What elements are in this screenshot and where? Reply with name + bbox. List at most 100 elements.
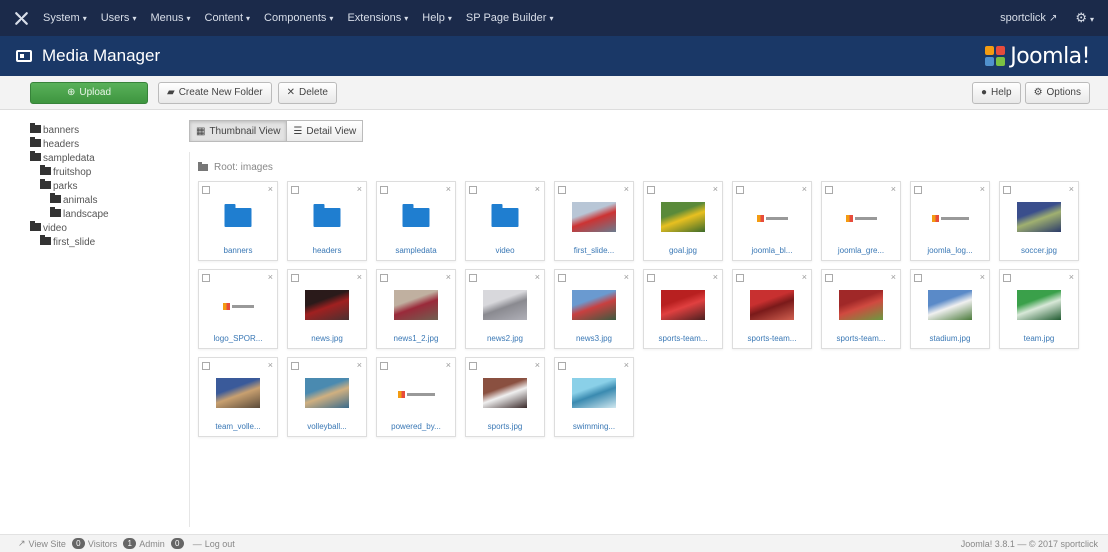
detail-view-button[interactable]: ☰ Detail View <box>286 120 364 142</box>
delete-button[interactable]: ✕ Delete <box>277 81 337 104</box>
select-checkbox[interactable] <box>825 186 833 194</box>
select-checkbox[interactable] <box>1003 274 1011 282</box>
select-checkbox[interactable] <box>469 362 477 370</box>
image-card[interactable]: × sports-team... <box>732 269 812 349</box>
select-checkbox[interactable] <box>202 362 210 370</box>
admin-status[interactable]: 1 Admin <box>123 538 165 549</box>
select-checkbox[interactable] <box>202 186 210 194</box>
image-card[interactable]: × soccer.jpg <box>999 181 1079 261</box>
delete-icon[interactable]: × <box>802 184 807 194</box>
select-checkbox[interactable] <box>291 186 299 194</box>
delete-icon[interactable]: × <box>535 184 540 194</box>
image-card[interactable]: × sports-team... <box>821 269 901 349</box>
tree-item-headers[interactable]: headers <box>30 136 180 150</box>
item-caption[interactable]: joomla_log... <box>911 246 989 255</box>
delete-icon[interactable]: × <box>624 272 629 282</box>
delete-icon[interactable]: × <box>357 184 362 194</box>
folder-card[interactable]: × headers <box>287 181 367 261</box>
create-folder-button[interactable]: ▰ Create New Folder <box>158 81 272 104</box>
upload-button[interactable]: ⊕ Upload <box>30 81 148 104</box>
delete-icon[interactable]: × <box>713 272 718 282</box>
item-caption[interactable]: news3.jpg <box>555 334 633 343</box>
tree-item-sampledata[interactable]: sampledata <box>30 150 180 164</box>
item-caption[interactable]: news.jpg <box>288 334 366 343</box>
delete-icon[interactable]: × <box>980 272 985 282</box>
image-card[interactable]: × swimming... <box>554 357 634 437</box>
item-caption[interactable]: news2.jpg <box>466 334 544 343</box>
image-card[interactable]: × goal.jpg <box>643 181 723 261</box>
select-checkbox[interactable] <box>558 274 566 282</box>
menu-menus[interactable]: Menus ▾ <box>143 12 197 24</box>
image-card[interactable]: × joomla_bl... <box>732 181 812 261</box>
select-checkbox[interactable] <box>380 274 388 282</box>
delete-icon[interactable]: × <box>268 360 273 370</box>
tree-item-animals[interactable]: animals <box>30 192 180 206</box>
visitors-status[interactable]: 0 Visitors <box>71 538 117 549</box>
item-caption[interactable]: soccer.jpg <box>1000 246 1078 255</box>
item-caption[interactable]: swimming... <box>555 422 633 431</box>
select-checkbox[interactable] <box>825 274 833 282</box>
delete-icon[interactable]: × <box>357 360 362 370</box>
delete-icon[interactable]: × <box>446 360 451 370</box>
options-button[interactable]: ⚙ Options <box>1024 81 1090 104</box>
folder-card[interactable]: × video <box>465 181 545 261</box>
delete-icon[interactable]: × <box>624 184 629 194</box>
user-menu[interactable]: ⚙ ▾ <box>1075 10 1094 26</box>
image-card[interactable]: × logo_SPOR... <box>198 269 278 349</box>
select-checkbox[interactable] <box>736 274 744 282</box>
joomla-icon[interactable] <box>6 0 36 36</box>
delete-icon[interactable]: × <box>891 272 896 282</box>
folder-card[interactable]: × banners <box>198 181 278 261</box>
image-card[interactable]: × joomla_log... <box>910 181 990 261</box>
image-card[interactable]: × news1_2.jpg <box>376 269 456 349</box>
tree-item-parks[interactable]: parks <box>30 178 180 192</box>
item-caption[interactable]: goal.jpg <box>644 246 722 255</box>
delete-icon[interactable]: × <box>446 184 451 194</box>
item-caption[interactable]: news1_2.jpg <box>377 334 455 343</box>
image-card[interactable]: × stadium.jpg <box>910 269 990 349</box>
delete-icon[interactable]: × <box>357 272 362 282</box>
menu-components[interactable]: Components ▾ <box>257 12 340 24</box>
tree-item-first-slide[interactable]: first_slide <box>30 234 180 248</box>
delete-icon[interactable]: × <box>802 272 807 282</box>
item-caption[interactable]: powered_by... <box>377 422 455 431</box>
image-card[interactable]: × team.jpg <box>999 269 1079 349</box>
select-checkbox[interactable] <box>1003 186 1011 194</box>
delete-icon[interactable]: × <box>268 272 273 282</box>
delete-icon[interactable]: × <box>446 272 451 282</box>
image-card[interactable]: × joomla_gre... <box>821 181 901 261</box>
item-caption[interactable]: sports-team... <box>733 334 811 343</box>
messages-status[interactable]: 0 <box>170 538 187 549</box>
item-caption[interactable]: joomla_gre... <box>822 246 900 255</box>
select-checkbox[interactable] <box>291 274 299 282</box>
menu-content[interactable]: Content ▾ <box>198 12 258 24</box>
tree-item-fruitshop[interactable]: fruitshop <box>30 164 180 178</box>
item-caption[interactable]: volleyball... <box>288 422 366 431</box>
image-card[interactable]: × sports.jpg <box>465 357 545 437</box>
item-caption[interactable]: sports.jpg <box>466 422 544 431</box>
item-caption[interactable]: sports-team... <box>822 334 900 343</box>
select-checkbox[interactable] <box>647 186 655 194</box>
select-checkbox[interactable] <box>558 186 566 194</box>
thumbnail-view-button[interactable]: ▦ Thumbnail View <box>189 120 288 142</box>
select-checkbox[interactable] <box>291 362 299 370</box>
delete-icon[interactable]: × <box>980 184 985 194</box>
item-caption[interactable]: headers <box>288 246 366 255</box>
tree-item-banners[interactable]: banners <box>30 122 180 136</box>
select-checkbox[interactable] <box>202 274 210 282</box>
view-site-link[interactable]: ↗ View Site <box>18 538 66 549</box>
select-checkbox[interactable] <box>647 274 655 282</box>
image-card[interactable]: × news.jpg <box>287 269 367 349</box>
item-caption[interactable]: first_slide... <box>555 246 633 255</box>
image-card[interactable]: × news2.jpg <box>465 269 545 349</box>
delete-icon[interactable]: × <box>535 272 540 282</box>
tree-item-video[interactable]: video <box>30 220 180 234</box>
item-caption[interactable]: sampledata <box>377 246 455 255</box>
tree-item-landscape[interactable]: landscape <box>30 206 180 220</box>
item-caption[interactable]: video <box>466 246 544 255</box>
item-caption[interactable]: team.jpg <box>1000 334 1078 343</box>
menu-help[interactable]: Help ▾ <box>415 12 459 24</box>
image-card[interactable]: × sports-team... <box>643 269 723 349</box>
select-checkbox[interactable] <box>558 362 566 370</box>
select-checkbox[interactable] <box>469 274 477 282</box>
